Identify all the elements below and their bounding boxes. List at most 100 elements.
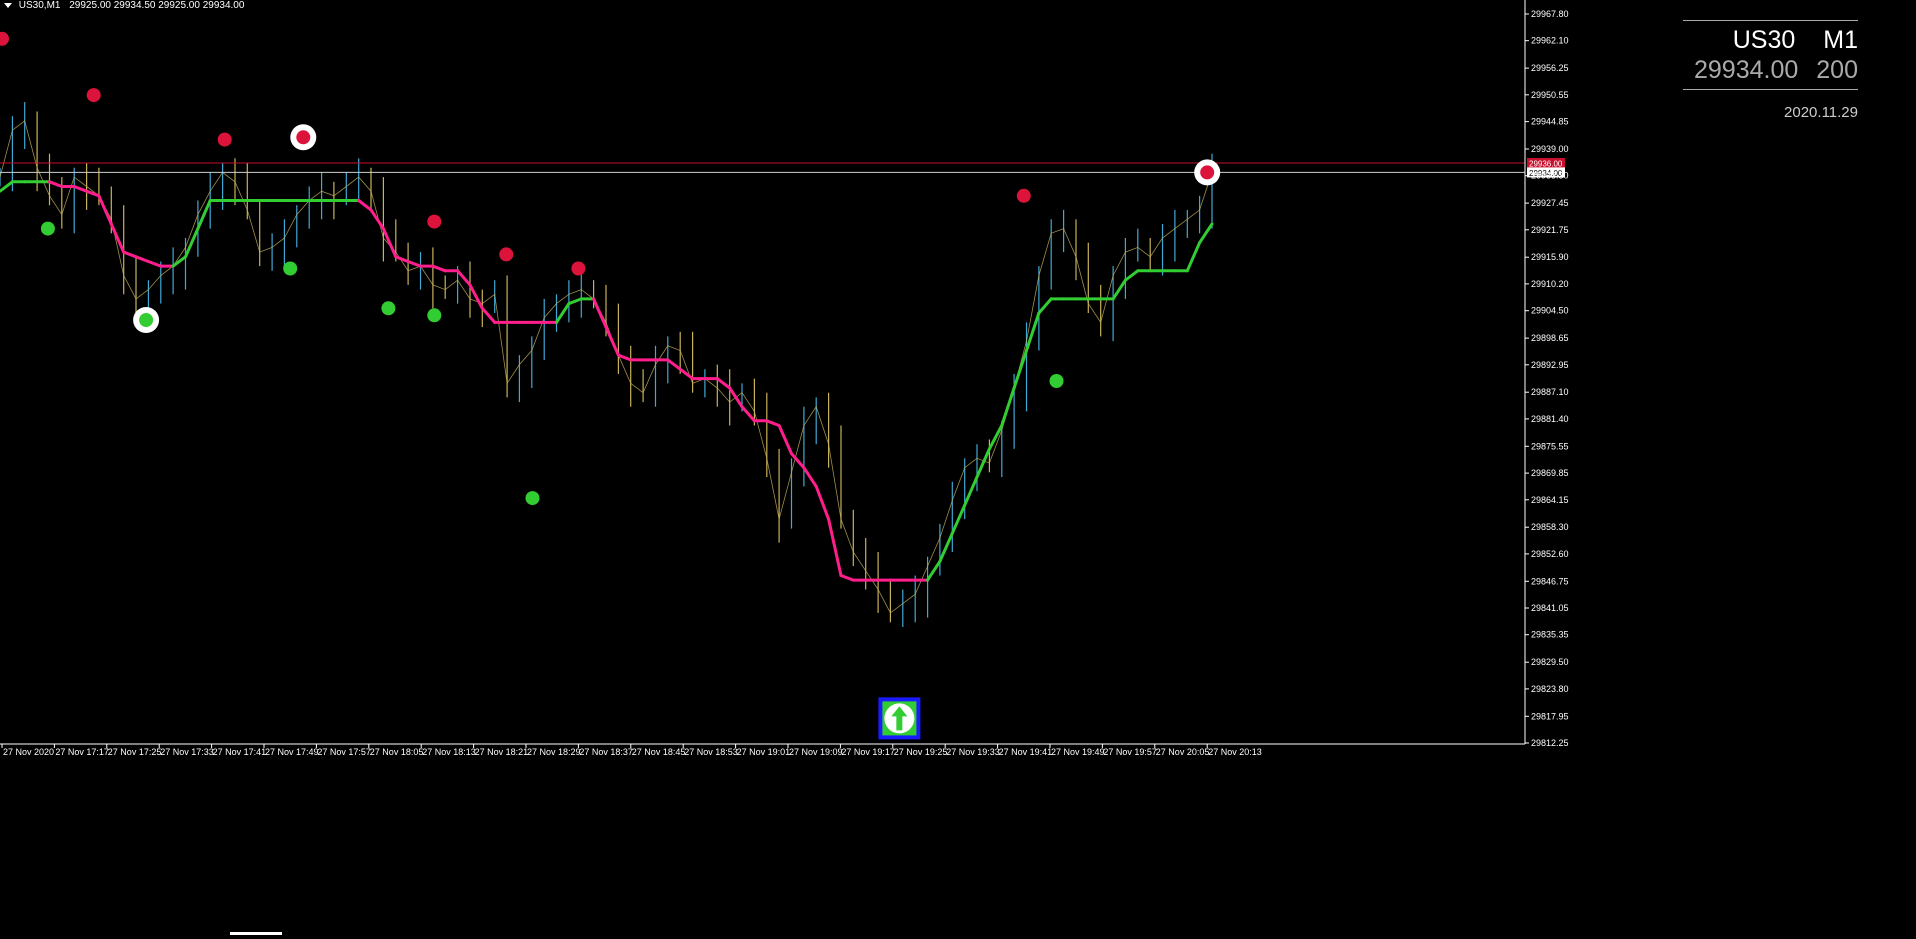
trend-segment [122,250,138,259]
panel-timeframe: M1 [1823,26,1858,54]
trend-segment [715,377,732,390]
trend-segment [950,503,967,535]
x-tick-label: 27 Nov 19:01 [737,747,791,757]
chart-header: US30,M1 29925.00 29934.50 29925.00 29934… [4,0,244,11]
y-tick-label: 29898.65 [1531,333,1569,343]
sell-signal-dot [1200,165,1215,180]
trend-segment [72,185,89,193]
trend-segment [814,484,831,521]
x-tick-label: 27 Nov 19:17 [841,747,895,757]
trend-segment [1185,241,1202,273]
trend-segment [926,559,942,582]
trend-segment [134,255,150,263]
y-tick-label: 29846.75 [1531,576,1569,586]
chart-area[interactable]: 29936.00 29934.00 29967.80 29962.10 29956.2… [0,0,1916,935]
x-tick-label: 27 Nov 18:05 [370,747,424,757]
trend-segment [431,264,447,273]
trend-segment [827,517,843,577]
trend-segment [1123,269,1140,282]
x-tick-label: 27 Nov 17:49 [265,747,319,757]
buy-signal-dot [525,491,540,506]
x-tick-label: 27 Nov 2020 [3,747,54,757]
buy-signal-dot [427,308,442,323]
sell-signal-dot [296,130,311,145]
y-tick-label: 29887.10 [1531,387,1569,397]
sell-signal-dot [1016,188,1031,203]
y-tick-label: 29927.45 [1531,198,1569,208]
panel-divider-bottom [1683,89,1858,90]
y-tick-label: 29956.25 [1531,63,1569,73]
price-chart[interactable]: 29936.00 29934.00 29967.80 29962.10 29956.2… [0,0,1916,935]
y-tick-label: 29881.40 [1531,414,1569,424]
trend-segment [468,283,484,310]
trend-segment [802,466,818,488]
buy-signal-dot [283,261,298,276]
info-panel: US30 M1 29934.00 200 2020.11.29 [1683,20,1858,121]
x-tick-label: 27 Nov 17:25 [108,747,162,757]
x-tick-label: 27 Nov 17:17 [55,747,109,757]
trend-segment [728,386,744,409]
x-tick-label: 27 Nov 19:57 [1103,747,1157,757]
trend-segment [406,260,422,268]
trend-segment [987,424,1004,451]
sell-signal-dot [217,132,232,147]
y-tick-label: 29944.85 [1531,117,1569,127]
trend-segment [480,306,497,324]
sell-signal-dot [499,247,514,262]
trend-segment [963,475,979,507]
buy-signal-dot [381,301,396,316]
y-tick-label: 29939.00 [1531,144,1569,154]
trend-segment [1111,278,1127,301]
trend-segment [171,255,187,268]
price-bars [0,102,1213,627]
price-level-label: 29936.00 [1529,160,1563,169]
ohlc-readout: 29925.00 29934.50 29925.00 29934.00 [69,0,245,11]
x-tick-label: 27 Nov 18:29 [527,747,581,757]
trend-segment [839,574,855,582]
trend-segment [777,424,793,456]
sell-signal-dot [427,214,442,229]
trend-segment [381,227,398,259]
panel-price: 29934.00 [1694,56,1799,84]
buy-signal-dot [40,221,55,236]
panel-symbol: US30 [1732,26,1796,54]
x-tick-label: 27 Nov 19:49 [1051,747,1105,757]
panel-spread: 200 [1816,56,1858,84]
y-tick-label: 29869.85 [1531,468,1569,478]
x-tick-label: 27 Nov 17:57 [317,747,371,757]
trend-segment [975,447,991,479]
x-tick-label: 27 Nov 18:13 [422,747,476,757]
trend-segment [1000,386,1016,427]
x-tick-label: 27 Nov 19:33 [946,747,1000,757]
panel-price-row: 29934.00 200 [1683,55,1858,85]
panel-date: 2020.11.29 [1784,104,1858,121]
x-tick-label: 27 Nov 18:53 [684,747,738,757]
sell-signal-dot [0,31,9,46]
x-tick-label: 27 Nov 18:37 [579,747,633,757]
trend-line [0,180,1214,582]
x-tick-label: 27 Nov 19:09 [789,747,843,757]
y-tick-label: 29817.95 [1531,711,1569,721]
trend-segment [666,358,682,371]
y-tick-label: 29835.35 [1531,630,1569,640]
trend-segment [48,180,64,188]
y-tick-label: 29892.95 [1531,360,1569,370]
trend-segment [555,302,571,324]
sell-signal-dot [571,261,586,276]
y-tick-label: 29962.10 [1531,36,1569,46]
trend-segment [369,208,385,231]
y-tick-label: 29950.55 [1531,90,1569,100]
trend-segment [1012,349,1028,390]
dropdown-triangle-icon[interactable] [4,2,12,8]
x-tick-label: 27 Nov 18:21 [475,747,529,757]
axes: 29967.80 29962.10 29956.25 29950.55 29944.85… [0,0,1569,935]
x-tick-label: 27 Nov 17:33 [160,747,214,757]
trend-segment [765,419,781,427]
trend-segment [85,189,101,198]
y-tick-label: 29915.90 [1531,252,1569,262]
y-tick-label: 29864.15 [1531,495,1569,505]
y-tick-label: 29841.05 [1531,603,1569,613]
trend-segment [938,531,954,563]
signal-markers [0,31,1221,740]
y-tick-label: 29904.50 [1531,306,1569,316]
